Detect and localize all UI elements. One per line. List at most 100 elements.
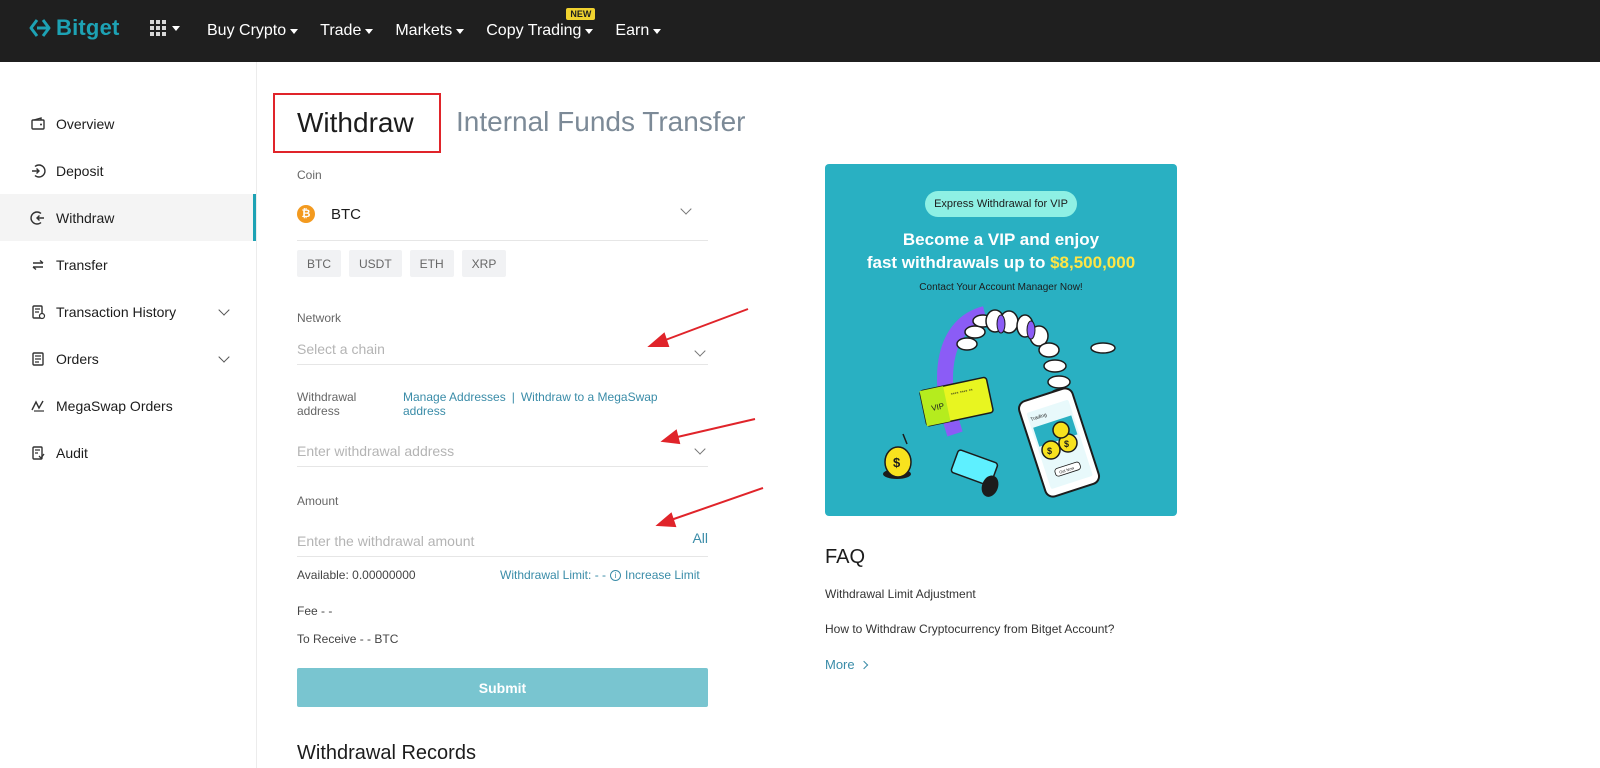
fee-text: Fee - - [297, 604, 333, 618]
chevron-down-icon [694, 345, 706, 357]
new-badge: NEW [566, 8, 596, 20]
nav-label: Markets [395, 22, 453, 39]
svg-text:$: $ [1047, 446, 1052, 456]
link-separator: | [511, 390, 515, 404]
faq-title: FAQ [825, 546, 866, 568]
address-placeholder: Enter withdrawal address [297, 443, 455, 459]
megaswap-icon [30, 398, 46, 414]
nav-label: Trade [320, 22, 362, 39]
caret-down-icon [456, 28, 465, 34]
chevron-down-icon [680, 203, 692, 215]
sidebar-item-transfer[interactable]: Transfer [0, 241, 256, 288]
nav-earn[interactable]: Earn [615, 22, 662, 40]
chevron-down-icon [218, 304, 230, 316]
network-select[interactable]: Select a chain [297, 334, 708, 365]
red-arrow-icon [655, 487, 764, 528]
vip-illustration: VIP **** **** ** Trading Get Now $ $ $ [883, 306, 1116, 498]
sidebar-item-overview[interactable]: Overview [0, 100, 256, 147]
sidebar-item-megaswap-orders[interactable]: MegaSwap Orders [0, 382, 256, 429]
orders-icon [30, 351, 46, 367]
coin-select[interactable]: ₿ BTC [297, 190, 708, 241]
withdrawal-address-input[interactable]: Enter withdrawal address [297, 436, 708, 467]
faq-item-limit-adjustment[interactable]: Withdrawal Limit Adjustment [825, 587, 976, 601]
nav-label: Copy Trading [486, 22, 582, 39]
bitget-logo[interactable]: Bitget [28, 15, 120, 41]
amount-input[interactable]: Enter the withdrawal amount All [297, 526, 708, 557]
audit-icon [30, 445, 46, 461]
nav-buy-crypto[interactable]: Buy Crypto [207, 22, 299, 40]
network-label: Network [297, 311, 342, 325]
withdrawal-records-title: Withdrawal Records [297, 742, 476, 764]
nav-label: Buy Crypto [207, 22, 287, 39]
wallet-icon [30, 116, 46, 132]
sidebar-item-label: Transfer [56, 256, 108, 273]
chip-xrp[interactable]: XRP [461, 250, 507, 277]
logo-text: Bitget [56, 15, 120, 40]
coin-label: Coin [297, 168, 322, 182]
caret-down-icon [653, 28, 662, 34]
tab-internal-funds-transfer[interactable]: Internal Funds Transfer [456, 106, 745, 138]
amount-placeholder: Enter the withdrawal amount [297, 533, 475, 549]
withdrawal-limit-row: Withdrawal Limit: - - i Increase Limit [500, 568, 700, 582]
sidebar-item-deposit[interactable]: Deposit [0, 147, 256, 194]
faq-more-link[interactable]: More [825, 657, 868, 672]
bitget-logo-icon [29, 19, 51, 37]
coin-quick-chips: BTC USDT ETH XRP [297, 250, 507, 277]
apps-grid-icon [150, 20, 166, 36]
sidebar-item-withdraw[interactable]: Withdraw [0, 194, 256, 241]
available-balance: Available: 0.00000000 [297, 568, 416, 582]
main-nav: Buy Crypto Trade Markets Copy Trading NE… [207, 0, 662, 62]
bitcoin-icon: ₿ [297, 205, 315, 223]
nav-copy-trading[interactable]: Copy Trading NEW [486, 8, 596, 40]
withdraw-icon [30, 210, 46, 226]
sidebar-item-label: Withdraw [56, 209, 115, 226]
svg-text:$: $ [1064, 439, 1069, 449]
amount-label: Amount [297, 494, 339, 508]
submit-button[interactable]: Submit [297, 668, 708, 707]
sidebar-item-label: Orders [56, 350, 99, 367]
sidebar-item-label: MegaSwap Orders [56, 397, 173, 414]
tab-label: Withdraw [297, 107, 414, 138]
withdrawal-limit-text: Withdrawal Limit: - - [500, 568, 607, 582]
chip-btc[interactable]: BTC [297, 250, 341, 277]
chevron-down-icon [694, 443, 706, 455]
caret-down-icon [290, 28, 299, 34]
address-links: Manage Addresses | Withdraw to a MegaSwap … [403, 390, 693, 418]
faq-item-how-to-withdraw[interactable]: How to Withdraw Cryptocurrency from Bitg… [825, 622, 1114, 636]
nav-trade[interactable]: Trade [320, 22, 374, 40]
chip-usdt[interactable]: USDT [349, 250, 402, 277]
sidebar: Overview Deposit Withdraw Transfer Trans… [0, 62, 257, 768]
caret-down-icon [172, 25, 180, 31]
apps-menu-button[interactable] [150, 20, 180, 36]
withdrawal-address-label: Withdrawal address [297, 390, 357, 418]
sidebar-item-label: Transaction History [56, 303, 177, 320]
coin-value: BTC [331, 206, 361, 223]
sidebar-item-label: Audit [56, 444, 88, 461]
nav-markets[interactable]: Markets [395, 22, 465, 40]
network-placeholder: Select a chain [297, 341, 385, 357]
nav-label: Earn [615, 22, 650, 39]
deposit-icon [30, 163, 46, 179]
to-receive-text: To Receive - - BTC [297, 632, 399, 646]
sidebar-item-label: Overview [56, 115, 115, 132]
transfer-icon [30, 257, 46, 273]
sidebar-item-transaction-history[interactable]: Transaction History [0, 288, 256, 335]
manage-addresses-link[interactable]: Manage Addresses [403, 390, 506, 404]
increase-limit-link[interactable]: Increase Limit [625, 568, 700, 582]
tab-withdraw[interactable]: Withdraw [273, 93, 441, 153]
sidebar-item-orders[interactable]: Orders [0, 335, 256, 382]
chevron-down-icon [218, 351, 230, 363]
sidebar-item-label: Deposit [56, 162, 104, 179]
caret-down-icon [365, 28, 374, 34]
vip-promo-banner[interactable]: Express Withdrawal for VIP Become a VIP … [825, 164, 1177, 516]
info-icon: i [610, 569, 622, 581]
caret-down-icon [585, 28, 594, 34]
chip-eth[interactable]: ETH [409, 250, 454, 277]
sidebar-item-audit[interactable]: Audit [0, 429, 256, 476]
more-label: More [825, 657, 855, 672]
all-amount-button[interactable]: All [692, 530, 708, 546]
top-navigation-bar: Bitget Buy Crypto Trade Markets Copy Tra… [0, 0, 1600, 62]
chevron-right-icon [859, 660, 868, 669]
svg-text:$: $ [893, 455, 901, 470]
history-icon [30, 304, 46, 320]
